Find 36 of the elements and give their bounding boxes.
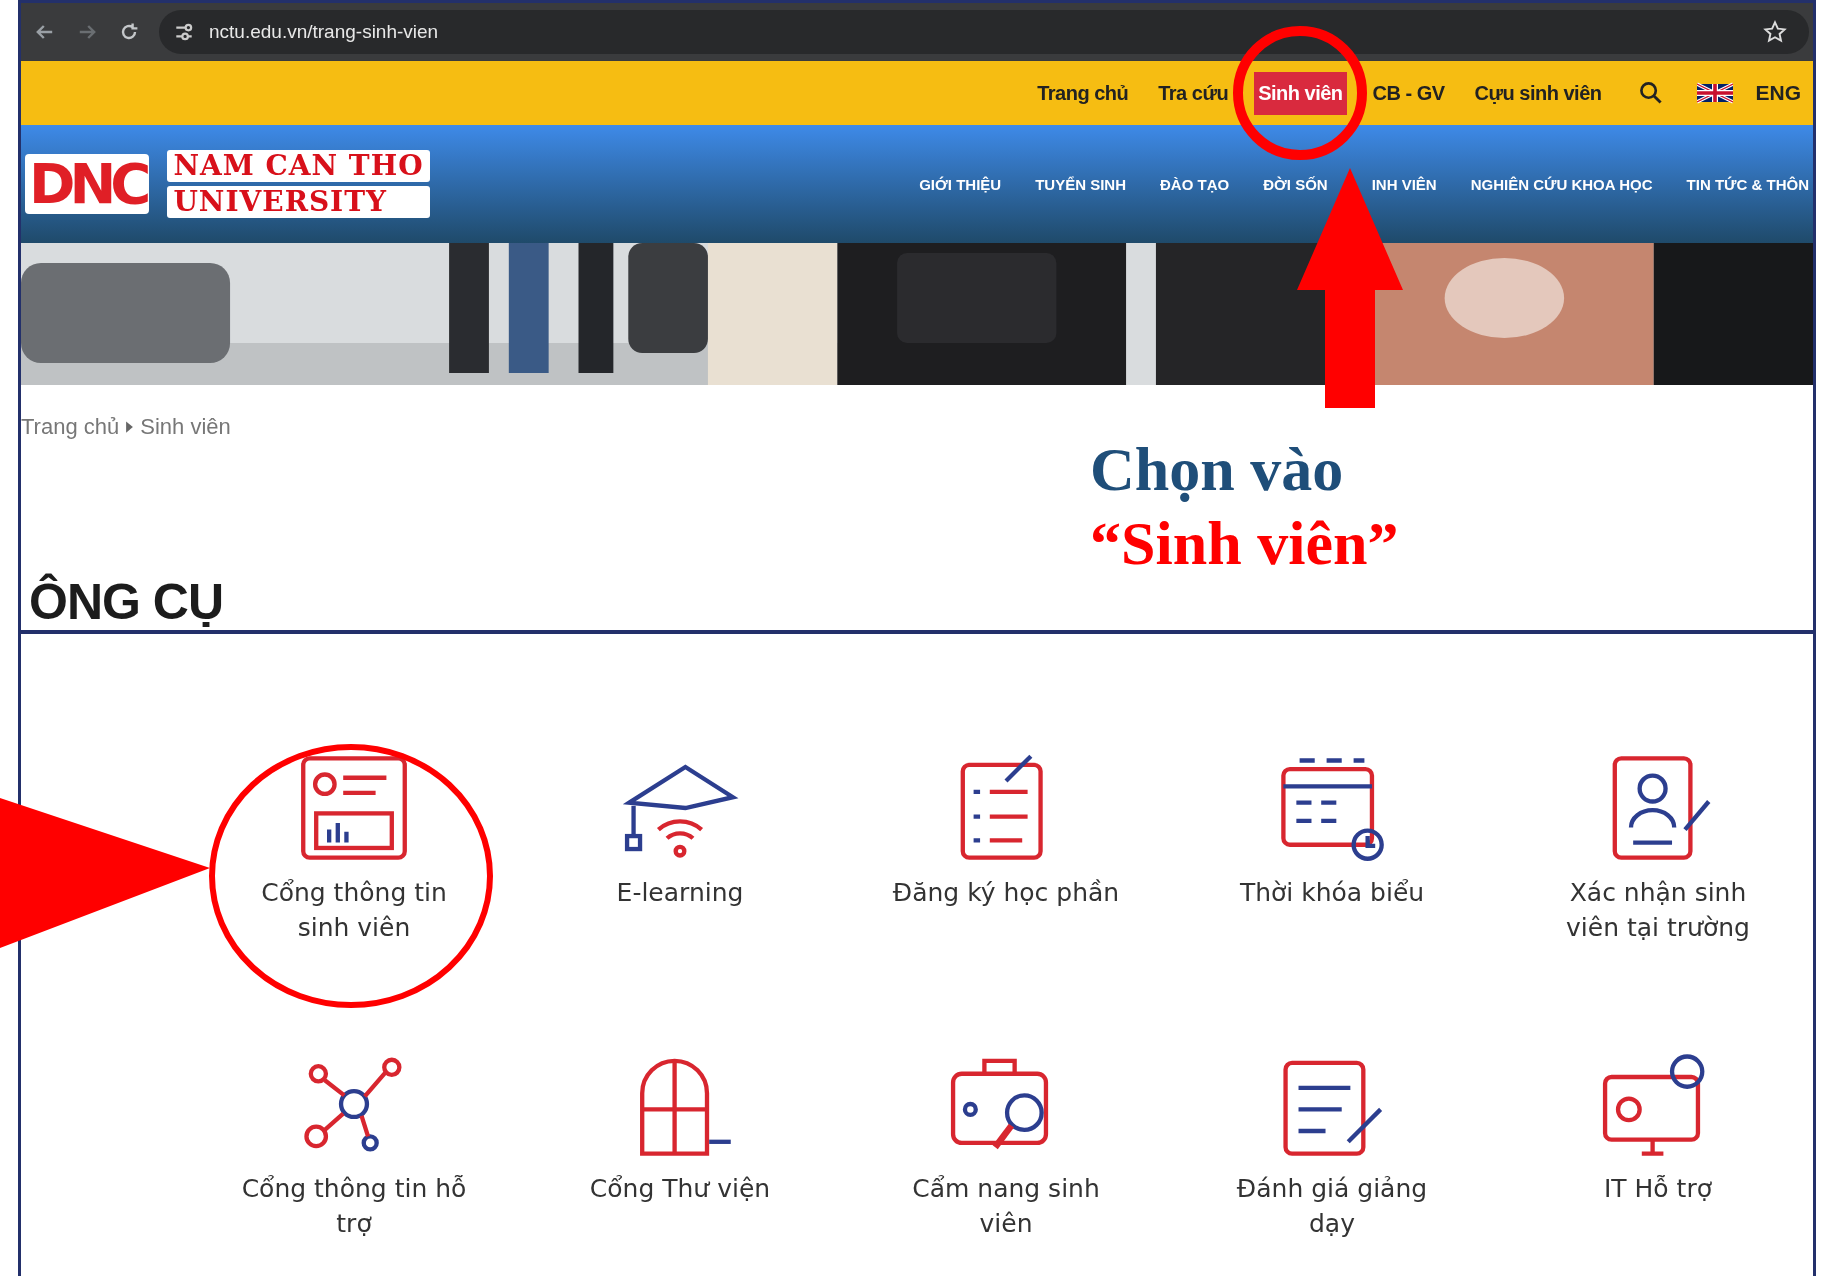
top-link[interactable]: Cựu sinh viên (1470, 71, 1606, 115)
nav-link[interactable]: TIN TỨC & THÔN (1686, 175, 1809, 193)
nav-link[interactable]: GIỚI THIỆU (919, 175, 1002, 193)
top-link[interactable]: Tra cứu (1154, 71, 1233, 115)
nav-link[interactable]: TUYỂN SINH (1035, 175, 1126, 193)
tool-label[interactable]: Đánh giá giảng dạy (1217, 1172, 1447, 1241)
nav-link[interactable]: NGHIÊN CỨU KHOA HỌC (1470, 175, 1653, 193)
tool-label[interactable]: Cổng Thư viện (565, 1172, 795, 1207)
nav-link[interactable]: ĐÀO TẠO (1160, 175, 1230, 193)
tool-label[interactable]: Cẩm nang sinh viên (891, 1172, 1121, 1241)
tool-label[interactable]: Xác nhận sinh viên tại trường (1543, 876, 1773, 945)
breadcrumb-current: Sinh viên (140, 414, 231, 440)
address-bar[interactable]: nctu.edu.vn/trang-sinh-vien (159, 10, 1809, 54)
nav-link[interactable]: ĐỜI SỐN (1263, 175, 1328, 193)
bookmark-star-icon[interactable] (1763, 20, 1787, 44)
nav-link[interactable]: INH VIÊN (1371, 175, 1437, 193)
annotation-text: Chọn vào (1090, 434, 1345, 505)
top-link[interactable]: Trang chủ (1033, 71, 1133, 115)
tool-label[interactable]: Thời khóa biểu (1217, 876, 1447, 911)
logo-mark[interactable]: DNC (25, 154, 150, 214)
tool-label[interactable]: E-learning (565, 876, 795, 911)
top-link[interactable]: CB - GV (1368, 71, 1449, 115)
language-label[interactable]: ENG (1755, 81, 1801, 105)
tool-label[interactable]: Đăng ký học phần (891, 876, 1121, 911)
site-settings-icon[interactable] (173, 21, 195, 43)
logo-text: NAM CAN THO (167, 149, 430, 182)
top-link[interactable]: Sinh viên (1254, 71, 1347, 115)
caret-icon (125, 420, 135, 434)
tool-label[interactable]: IT Hỗ trợ (1543, 1172, 1773, 1207)
url-text: nctu.edu.vn/trang-sinh-vien (209, 21, 440, 43)
flag-icon[interactable] (1697, 82, 1734, 104)
tool-label[interactable]: Cổng thông tin hỗ trợ (239, 1172, 469, 1241)
search-icon[interactable] (1639, 81, 1664, 105)
logo-text: UNIVERSITY (167, 186, 430, 219)
annotation-text: “Sinh viên” (1090, 508, 1399, 580)
breadcrumb-link[interactable]: Trang chủ (21, 414, 120, 440)
